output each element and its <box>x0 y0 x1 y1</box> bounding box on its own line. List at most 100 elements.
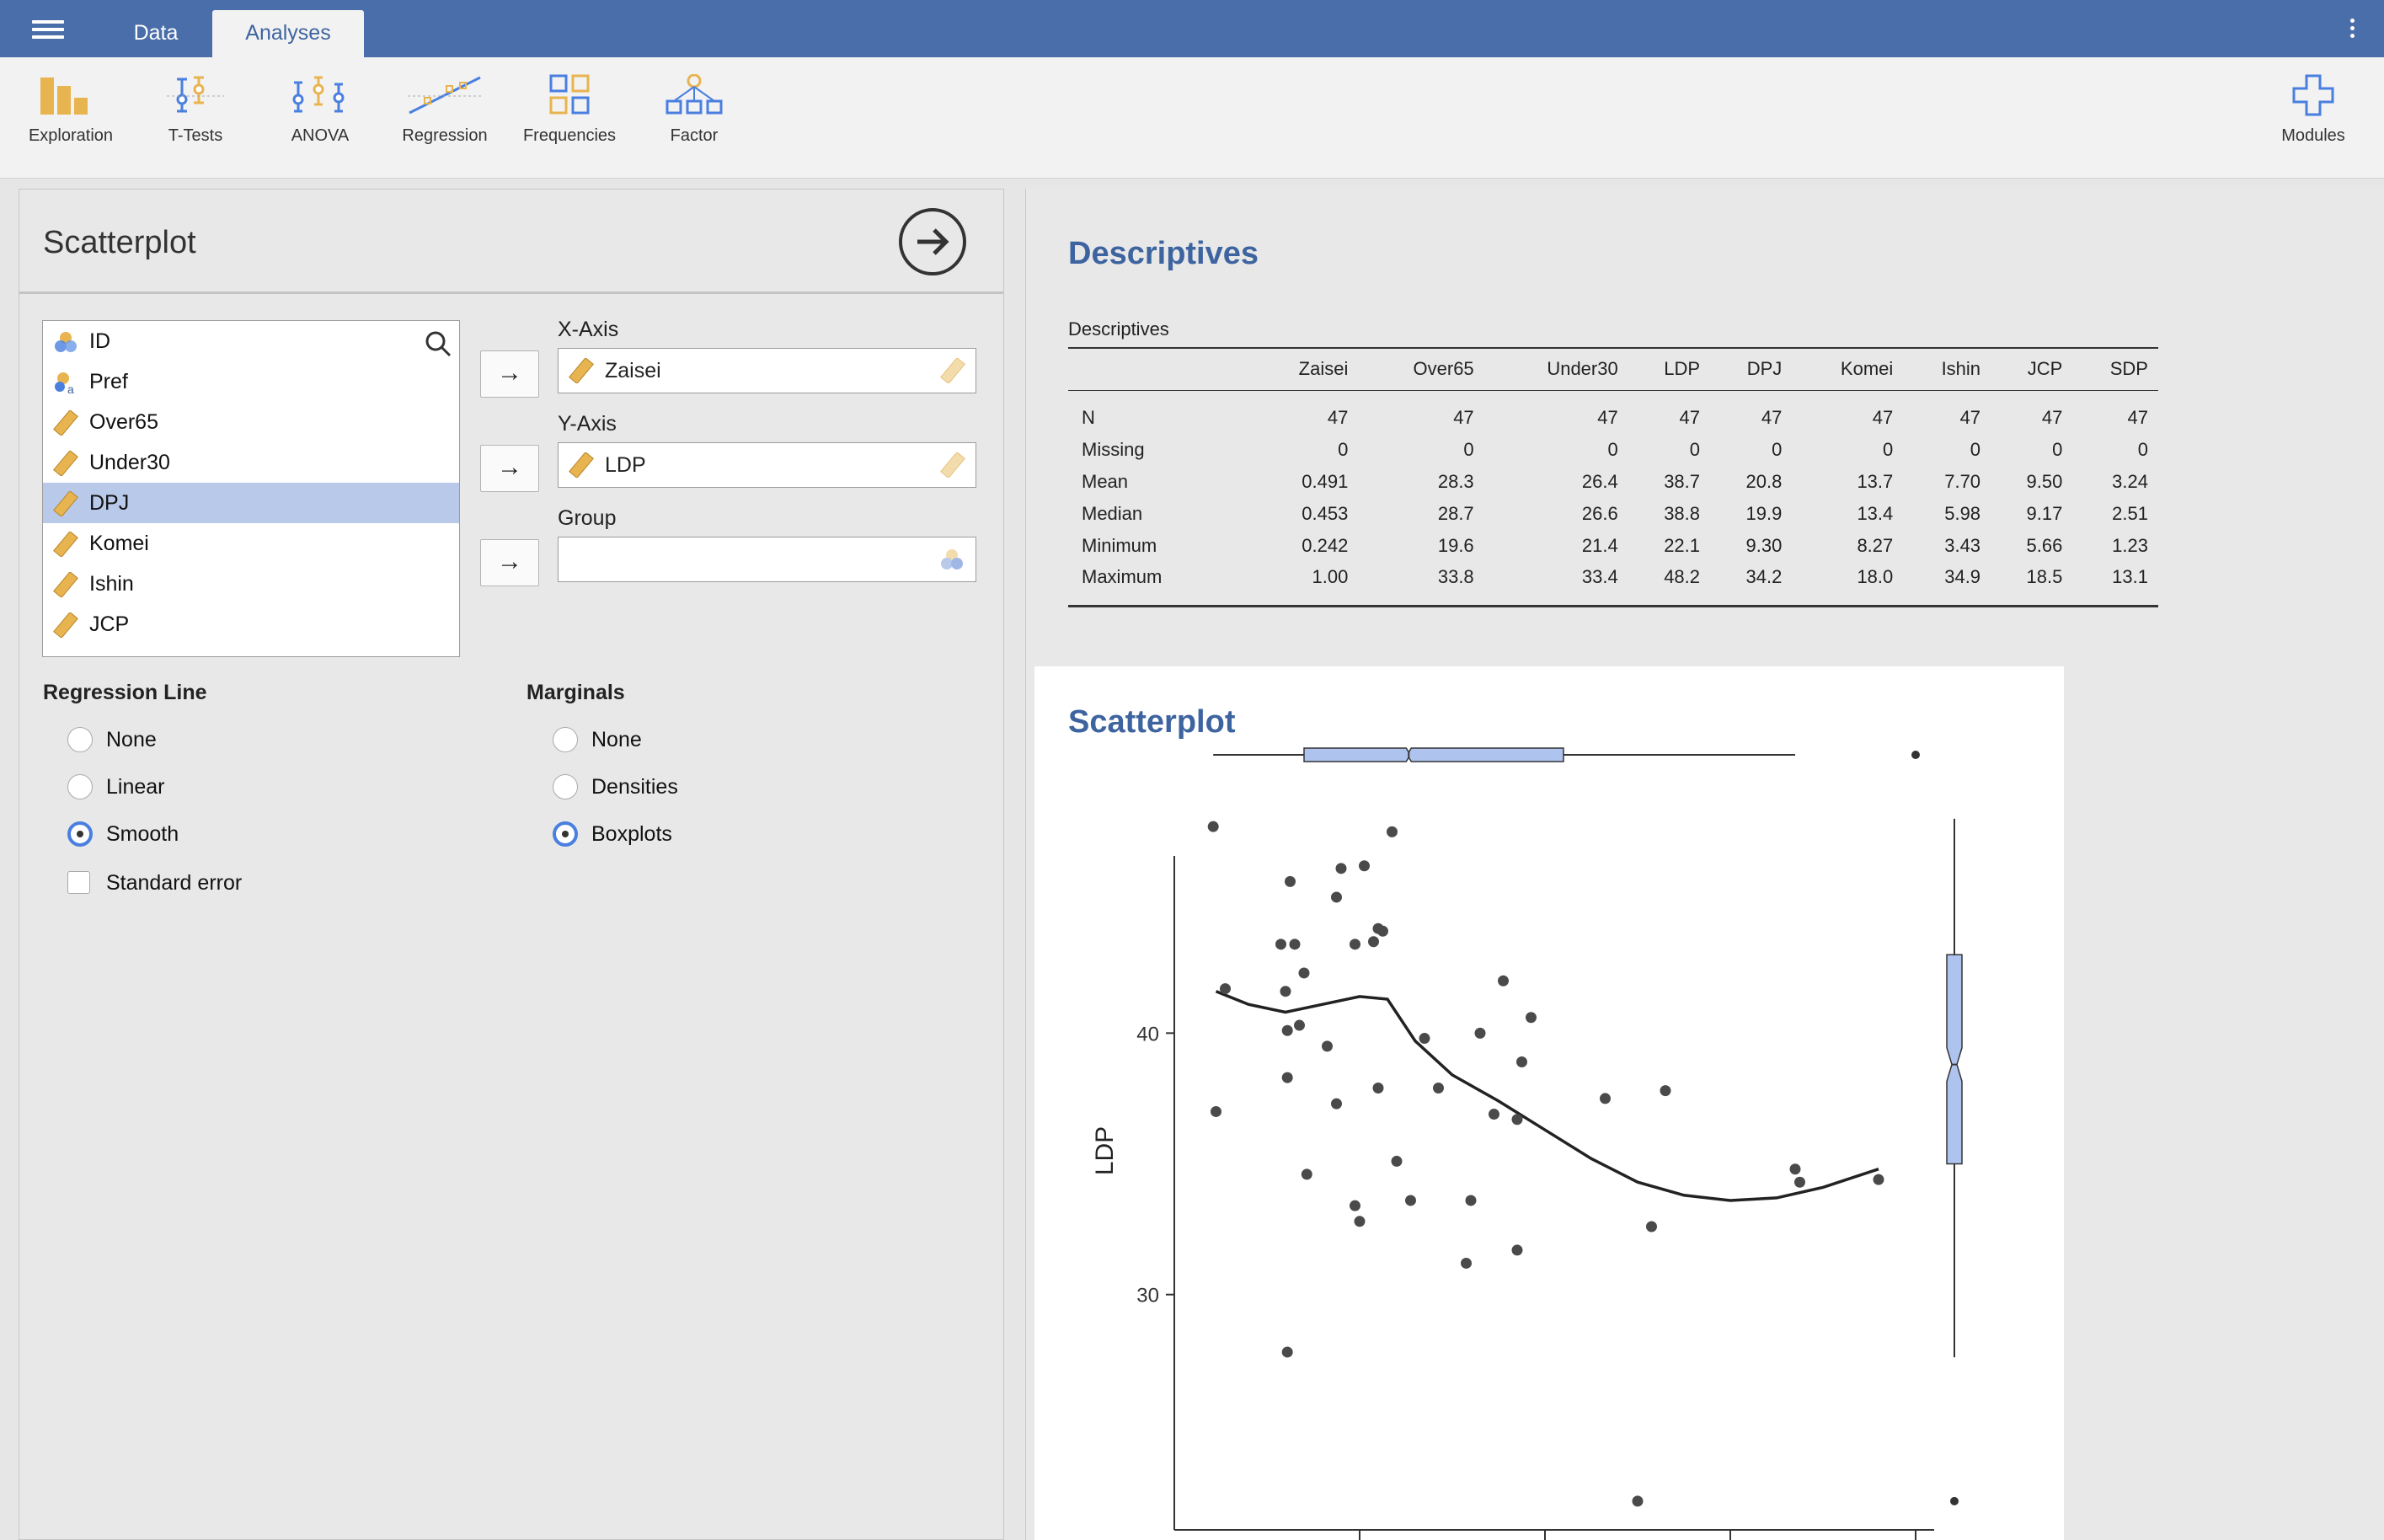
standard-error-option[interactable]: Standard error <box>67 869 242 897</box>
radio-button[interactable] <box>553 774 578 799</box>
column-header: JCP <box>1991 347 2073 391</box>
data-point <box>1511 1114 1523 1126</box>
run-arrow-button[interactable] <box>899 208 966 275</box>
data-point <box>1281 1072 1293 1083</box>
marginals-densities-option[interactable]: Densities <box>553 773 678 801</box>
checkbox[interactable] <box>67 871 90 894</box>
variable-list[interactable]: ID a Pref Over65 Under30 DPJ Komei Ishin <box>42 320 460 657</box>
table-cell: 47 <box>1597 407 1618 429</box>
modules-button[interactable]: Modules <box>2254 74 2372 175</box>
move-to-group-button[interactable]: → <box>480 539 539 586</box>
tab-analyses[interactable]: Analyses <box>212 10 364 57</box>
data-point <box>1391 1155 1403 1167</box>
data-point <box>1285 875 1296 887</box>
more-options-icon[interactable] <box>2350 19 2355 41</box>
column-header: Zaisei <box>1252 347 1359 391</box>
radio-button[interactable] <box>553 727 578 752</box>
data-point <box>1294 1019 1305 1031</box>
variable-item[interactable]: ID <box>43 321 459 361</box>
top-bar: Data Analyses <box>0 0 2384 57</box>
data-point <box>1211 1105 1221 1117</box>
table-row: Maximum 1.00 33.8 33.4 48.2 34.2 18.0 34.9 18.5 1… <box>1068 562 2158 607</box>
table-cell: 26.6 <box>1581 503 1618 524</box>
data-point <box>1646 1221 1657 1233</box>
table-cell: 5.98 <box>1944 503 1981 524</box>
table-cell: 18.5 <box>1991 562 2073 607</box>
table-cell: 47 <box>1761 407 1783 429</box>
nominal-type-icon <box>941 549 963 569</box>
data-point <box>1220 983 1231 995</box>
column-header: DPJ <box>1710 347 1793 391</box>
column-header: Komei <box>1792 347 1904 391</box>
option-label: Boxplots <box>591 822 672 846</box>
marginals-none-option[interactable]: None <box>553 725 642 754</box>
ttests-button[interactable]: T-Tests <box>136 74 254 175</box>
data-point <box>1873 1174 1884 1185</box>
move-to-y-axis-button[interactable]: → <box>480 445 539 492</box>
table-cell: 13.4 <box>1857 503 1894 524</box>
row-label: Minimum <box>1082 535 1157 556</box>
table-cell: 0 <box>1607 439 1618 460</box>
table-cell: 48.2 <box>1628 562 1711 607</box>
search-icon[interactable] <box>424 329 452 358</box>
table-cell: 47 <box>1327 407 1349 429</box>
variable-item[interactable]: JCP <box>43 604 459 644</box>
x-axis-target[interactable]: Zaisei <box>558 348 976 393</box>
column-header: SDP <box>2072 347 2158 391</box>
regression-button[interactable]: Regression <box>386 74 504 175</box>
column-header: Ishin <box>1903 347 1991 391</box>
data-point <box>1526 1012 1537 1024</box>
data-point <box>1600 1093 1611 1104</box>
data-point <box>1301 1168 1312 1180</box>
y-axis-target[interactable]: LDP <box>558 442 976 488</box>
table-cell: 0.453 <box>1302 503 1349 524</box>
variable-label: Pref <box>89 370 128 393</box>
y-axis-value: LDP <box>605 453 646 477</box>
table-cell: 47 <box>1453 407 1474 429</box>
continuous-variable-icon <box>53 572 78 597</box>
svg-text:a: a <box>67 382 74 395</box>
table-cell: 1.23 <box>2112 535 2148 556</box>
radio-button-selected[interactable] <box>67 821 93 847</box>
data-point <box>1474 1027 1486 1039</box>
table-cell: 3.24 <box>2112 471 2148 492</box>
y-axis-label: Y-Axis <box>558 412 617 436</box>
variable-item-selected[interactable]: DPJ <box>43 483 459 523</box>
data-point <box>1498 975 1509 987</box>
data-point <box>1461 1257 1472 1269</box>
data-point <box>1322 1040 1333 1052</box>
anova-button[interactable]: ANOVA <box>261 74 379 175</box>
continuous-variable-icon <box>53 491 78 516</box>
menu-icon[interactable] <box>32 20 64 39</box>
factor-button[interactable]: Factor <box>635 74 753 175</box>
y-tick-label: 40 <box>1136 1023 1159 1045</box>
nominal-variable-icon <box>55 332 77 352</box>
descriptives-table-caption: Descriptives <box>1068 318 1169 340</box>
regression-linear-option[interactable]: Linear <box>67 773 165 801</box>
move-to-x-axis-button[interactable]: → <box>480 350 539 398</box>
radio-button-selected[interactable] <box>553 821 578 847</box>
variable-label: Komei <box>89 532 149 555</box>
y-boxplot-box <box>1946 954 1963 1165</box>
smooth-line <box>1215 990 1879 1202</box>
option-label: None <box>106 728 157 751</box>
table-cell: 0 <box>1772 439 1783 460</box>
radio-button[interactable] <box>67 774 93 799</box>
variable-item[interactable]: a Pref <box>43 361 459 402</box>
frequencies-button[interactable]: Frequencies <box>510 74 628 175</box>
variable-item[interactable]: Komei <box>43 523 459 564</box>
variable-item[interactable]: Under30 <box>43 442 459 483</box>
marginals-boxplots-option[interactable]: Boxplots <box>553 820 672 848</box>
group-target[interactable] <box>558 537 976 582</box>
data-point <box>1368 936 1379 948</box>
exploration-button[interactable]: Exploration <box>12 74 130 175</box>
tab-data[interactable]: Data <box>101 10 211 57</box>
anova-icon <box>292 76 345 113</box>
table-cell: 1.00 <box>1252 562 1359 607</box>
variable-item[interactable]: Ishin <box>43 564 459 604</box>
table-cell: 47 <box>1872 407 1894 429</box>
variable-item[interactable]: Over65 <box>43 402 459 442</box>
regression-smooth-option[interactable]: Smooth <box>67 820 179 848</box>
regression-none-option[interactable]: None <box>67 725 157 754</box>
radio-button[interactable] <box>67 727 93 752</box>
